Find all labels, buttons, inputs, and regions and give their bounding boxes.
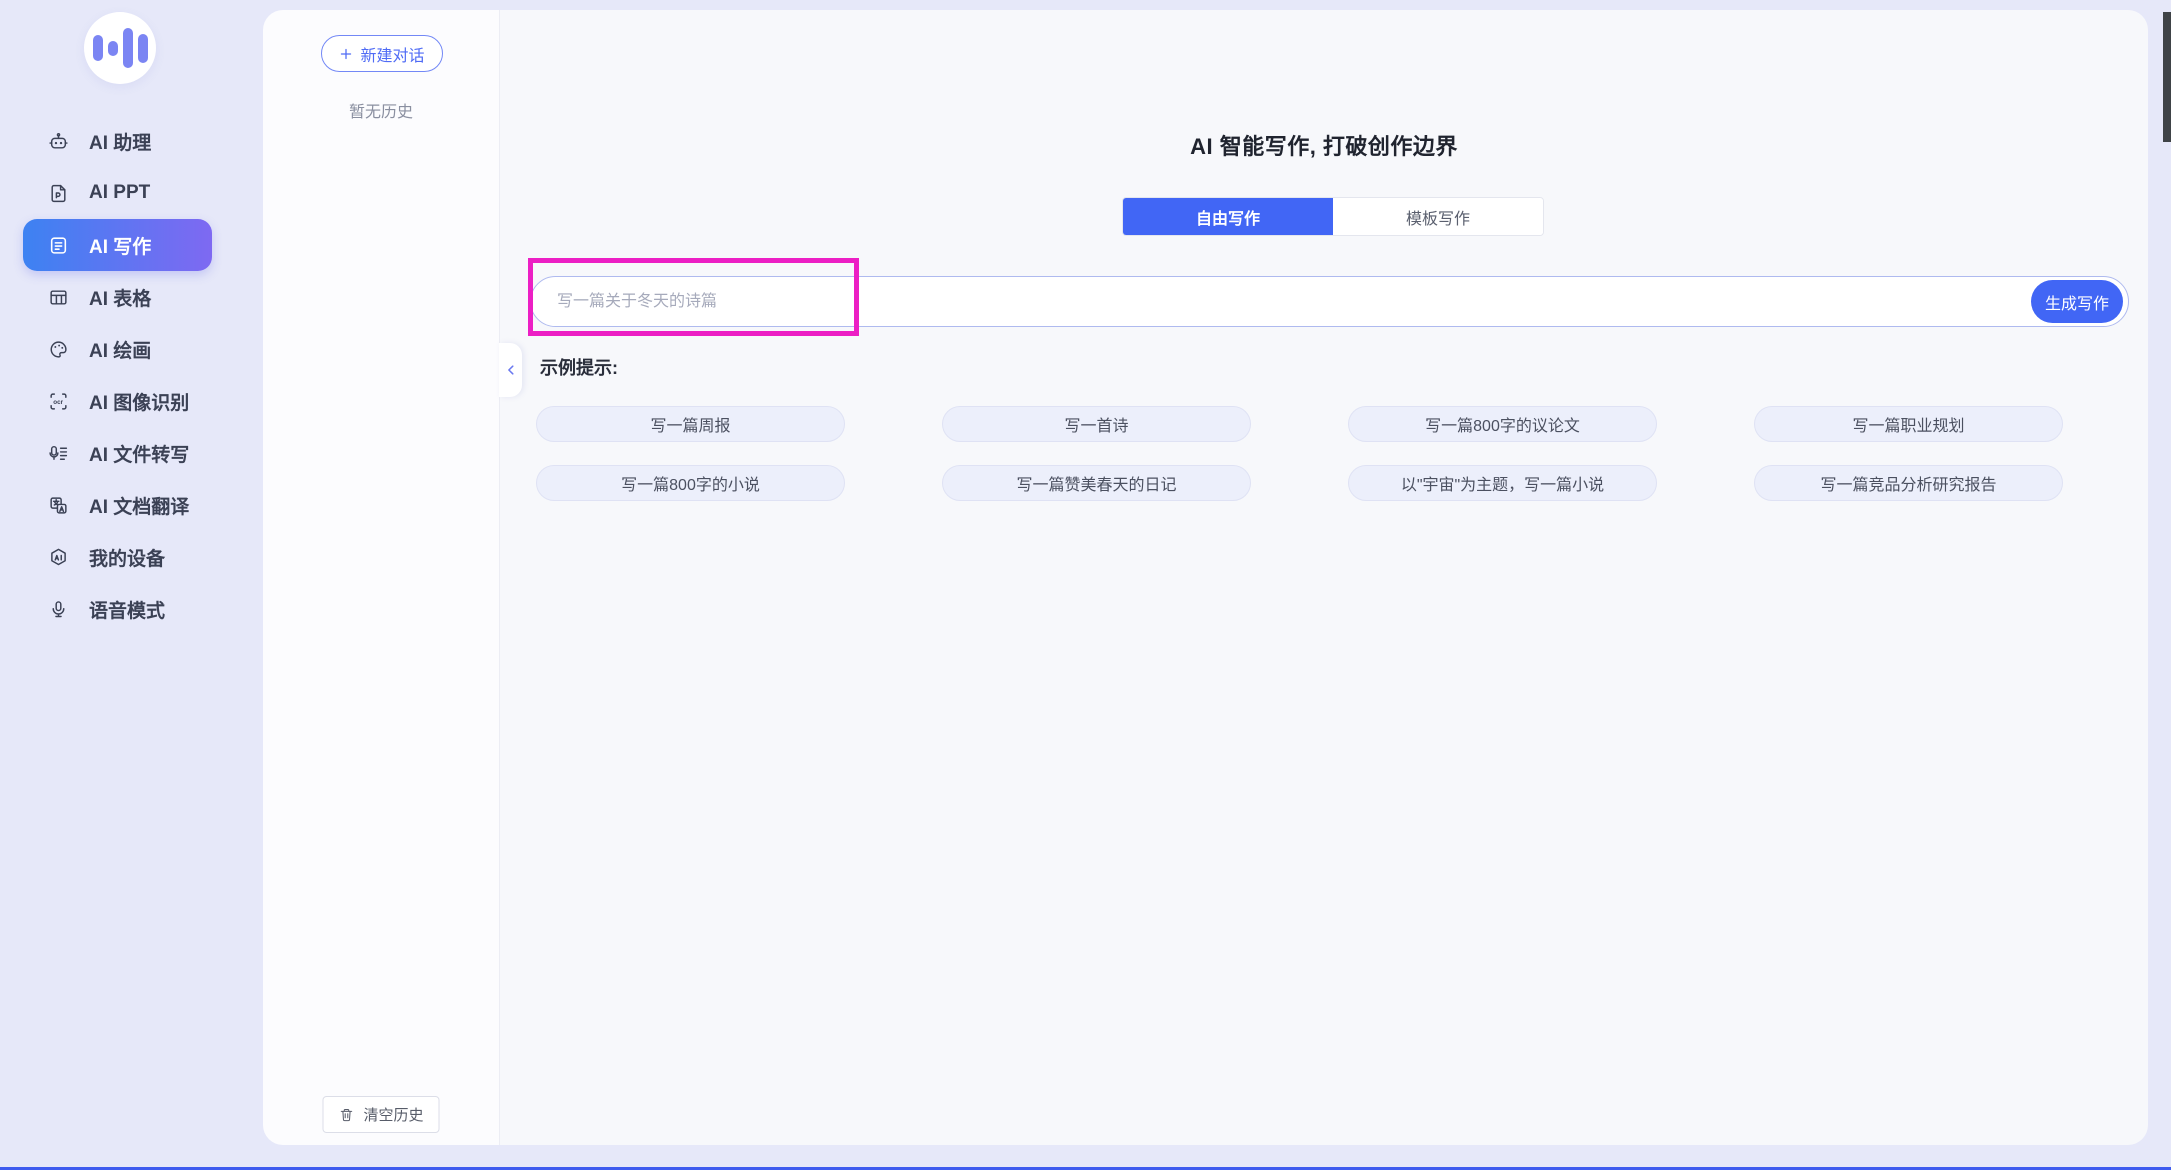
waveform-logo-icon xyxy=(108,41,118,56)
sidebar: AI 助理 AI PPT AI 写作 xyxy=(0,0,263,1170)
sidebar-item-label: AI 图像识别 xyxy=(89,388,189,415)
tab-template-writing[interactable]: 模板写作 xyxy=(1333,198,1543,235)
sidebar-item-label: 我的设备 xyxy=(89,544,165,571)
generate-writing-button[interactable]: 生成写作 xyxy=(2031,280,2123,323)
waveform-logo-icon xyxy=(93,35,103,61)
microphone-icon xyxy=(48,599,69,620)
sidebar-item-label: AI 文件转写 xyxy=(89,440,189,467)
sidebar-item-label: AI 文档翻译 xyxy=(89,492,189,519)
example-prompt-list: 写一篇周报 写一首诗 写一篇800字的议论文 写一篇职业规划 写一篇800字的小… xyxy=(536,406,2062,501)
sidebar-item-ai-file-transcription[interactable]: AI 文件转写 xyxy=(0,427,263,479)
scrollbar-thumb[interactable] xyxy=(2163,12,2171,142)
ocr-scan-icon: ocr xyxy=(48,391,69,412)
sidebar-item-ai-writing[interactable]: AI 写作 xyxy=(23,219,212,271)
example-prompt-chip[interactable]: 以"宇宙"为主题，写一篇小说 xyxy=(1348,465,1657,501)
prompt-input-bar: 生成写作 xyxy=(530,276,2129,327)
collapse-panel-button[interactable] xyxy=(499,343,522,397)
sidebar-item-label: 语音模式 xyxy=(89,596,165,623)
examples-heading: 示例提示: xyxy=(540,354,618,380)
tab-free-writing[interactable]: 自由写作 xyxy=(1123,198,1333,235)
new-conversation-label: 新建对话 xyxy=(360,42,424,66)
translate-icon xyxy=(48,495,69,516)
sidebar-item-voice-mode[interactable]: 语音模式 xyxy=(0,583,263,635)
trash-icon xyxy=(338,1107,354,1123)
sidebar-menu: AI 助理 AI PPT AI 写作 xyxy=(0,115,263,635)
clear-history-label: 清空历史 xyxy=(363,1104,423,1125)
writing-mode-tabs: 自由写作 模板写作 xyxy=(1122,197,1544,236)
palette-icon xyxy=(48,339,69,360)
mic-document-icon xyxy=(48,443,69,464)
example-prompt-chip[interactable]: 写一首诗 xyxy=(942,406,1251,442)
example-prompt-chip[interactable]: 写一篇周报 xyxy=(536,406,845,442)
writing-document-icon xyxy=(48,235,69,256)
app-logo xyxy=(84,12,156,84)
example-prompt-chip[interactable]: 写一篇竞品分析研究报告 xyxy=(1754,465,2063,501)
waveform-logo-icon xyxy=(123,28,133,68)
sidebar-item-label: AI 写作 xyxy=(89,232,151,259)
page-title: AI 智能写作, 打破创作边界 xyxy=(500,129,2148,161)
sidebar-item-ai-document-translation[interactable]: AI 文档翻译 xyxy=(0,479,263,531)
ppt-document-icon xyxy=(48,183,69,204)
sidebar-item-ai-image-recognition[interactable]: ocr AI 图像识别 xyxy=(0,375,263,427)
robot-icon xyxy=(48,131,69,152)
example-prompt-chip[interactable]: 写一篇赞美春天的日记 xyxy=(942,465,1251,501)
sidebar-item-label: AI 表格 xyxy=(89,284,151,311)
table-icon xyxy=(48,287,69,308)
sidebar-item-ai-painting[interactable]: AI 绘画 xyxy=(0,323,263,375)
chevron-left-icon xyxy=(504,363,518,377)
sidebar-item-ai-ppt[interactable]: AI PPT xyxy=(0,167,263,219)
sidebar-item-label: AI PPT xyxy=(89,182,150,204)
clear-history-button[interactable]: 清空历史 xyxy=(322,1096,439,1133)
device-icon xyxy=(48,547,69,568)
plus-icon xyxy=(339,47,353,61)
empty-history-text: 暂无历史 xyxy=(263,98,499,122)
svg-text:ocr: ocr xyxy=(53,399,63,406)
sidebar-item-my-devices[interactable]: 我的设备 xyxy=(0,531,263,583)
sidebar-item-label: AI 助理 xyxy=(89,128,151,155)
history-panel: 新建对话 暂无历史 清空历史 xyxy=(263,10,500,1145)
example-prompt-chip[interactable]: 写一篇800字的议论文 xyxy=(1348,406,1657,442)
new-conversation-button[interactable]: 新建对话 xyxy=(321,35,443,72)
example-prompt-chip[interactable]: 写一篇职业规划 xyxy=(1754,406,2063,442)
app-window: AI 助理 AI PPT AI 写作 xyxy=(0,0,2171,1170)
sidebar-item-ai-assistant[interactable]: AI 助理 xyxy=(0,115,263,167)
waveform-logo-icon xyxy=(138,34,148,63)
sidebar-item-ai-table[interactable]: AI 表格 xyxy=(0,271,263,323)
sidebar-item-label: AI 绘画 xyxy=(89,336,151,363)
writing-prompt-input[interactable] xyxy=(557,277,1997,326)
main-content: AI 智能写作, 打破创作边界 自由写作 模板写作 生成写作 示例提示: 写一篇… xyxy=(500,10,2148,1145)
example-prompt-chip[interactable]: 写一篇800字的小说 xyxy=(536,465,845,501)
